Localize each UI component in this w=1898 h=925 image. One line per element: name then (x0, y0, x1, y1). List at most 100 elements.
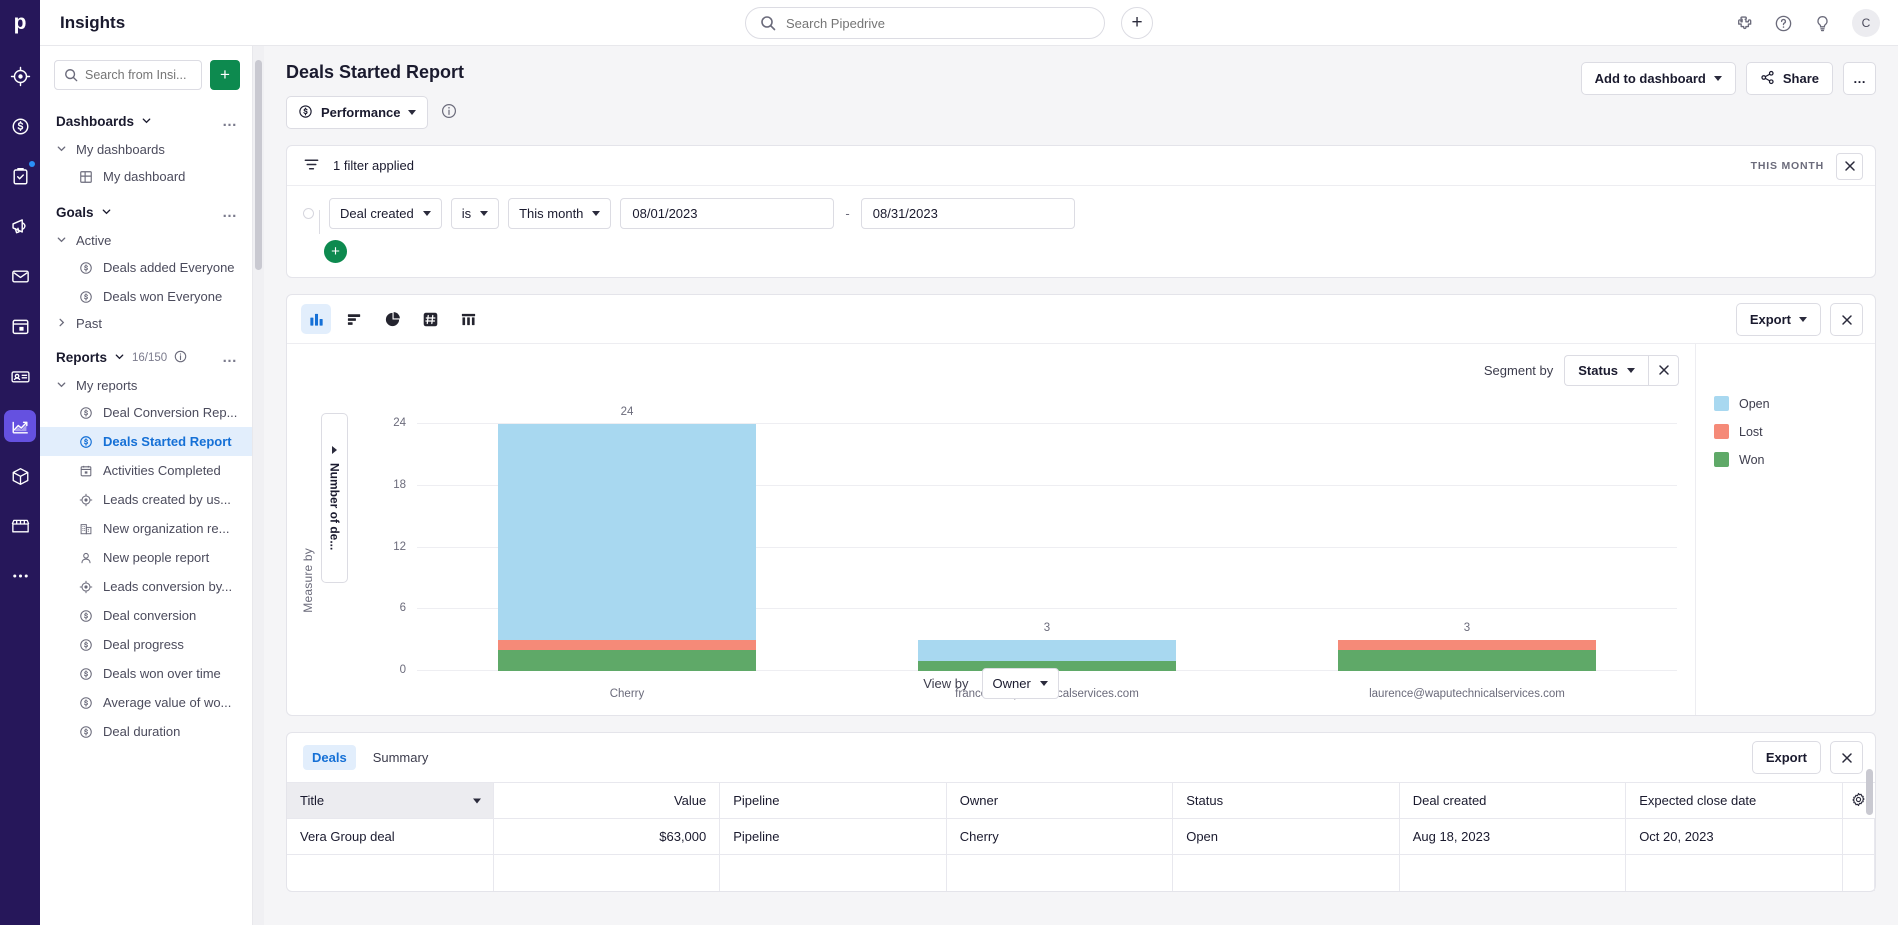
column-header-status[interactable]: Status (1172, 782, 1400, 819)
sidebar-goals-more[interactable]: … (222, 204, 238, 221)
main-scrollbar[interactable] (253, 46, 264, 925)
sidebar-group-my-dashboards[interactable]: My dashboards (40, 137, 252, 162)
help-icon[interactable] (1774, 14, 1793, 33)
rail-item-insights[interactable] (4, 410, 36, 442)
main-scrollbar-thumb[interactable] (255, 60, 262, 270)
rail-item-products[interactable] (4, 460, 36, 492)
filter-period-select[interactable]: This month (508, 198, 612, 229)
rail-item-leads[interactable] (4, 60, 36, 92)
remove-segment-button[interactable] (1648, 354, 1679, 386)
bar-segment-lost[interactable] (497, 640, 757, 651)
sidebar-section-goals[interactable]: Goals … (40, 191, 252, 228)
sidebar-item-deal-progress[interactable]: Deal progress (40, 630, 252, 659)
global-search-input[interactable] (786, 15, 1090, 31)
sidebar-group-my-reports[interactable]: My reports (40, 373, 252, 398)
add-to-dashboard-button[interactable]: Add to dashboard (1580, 62, 1736, 95)
sidebar-add-button[interactable]: + (210, 60, 240, 90)
add-filter-button[interactable]: + (324, 240, 347, 263)
rail-item-campaigns[interactable] (4, 210, 36, 242)
sidebar-item-average-value-of-won[interactable]: Average value of wo... (40, 688, 252, 717)
sidebar-dashboards-more[interactable]: … (222, 113, 238, 130)
chart-body: Segment by Status Measure by Number of d… (287, 344, 1875, 715)
sidebar-item-deals-added-everyone[interactable]: Deals added Everyone (40, 253, 252, 282)
page-title: Insights (60, 12, 126, 32)
sidebar-reports-more[interactable]: … (222, 349, 238, 366)
info-icon[interactable] (174, 350, 187, 366)
view-by-select[interactable]: Owner (981, 668, 1059, 699)
filter-operator-select[interactable]: is (450, 198, 500, 229)
bar-segment-open[interactable] (497, 424, 757, 641)
close-filter-button[interactable] (1836, 152, 1863, 180)
number-icon[interactable] (415, 304, 445, 334)
column-header-expected-close-date[interactable]: Expected close date (1625, 782, 1843, 819)
sidebar-item-my-dashboard[interactable]: My dashboard (40, 162, 252, 191)
tab-summary[interactable]: Summary (364, 745, 438, 770)
rail-item-activities[interactable] (4, 160, 36, 192)
tab-deals[interactable]: Deals (303, 745, 356, 770)
puzzle-icon[interactable] (1735, 14, 1754, 33)
legend-item-won[interactable]: Won (1714, 452, 1875, 467)
table-export-button[interactable]: Export (1751, 741, 1821, 774)
filter-date-to[interactable]: 08/31/2023 (860, 198, 1075, 229)
sidebar-group-active[interactable]: Active (40, 228, 252, 253)
sidebar-search-input[interactable] (85, 68, 192, 82)
sidebar-item-leads-conversion-by[interactable]: Leads conversion by... (40, 572, 252, 601)
sidebar-search[interactable] (54, 60, 202, 90)
column-header-owner[interactable]: Owner (946, 782, 1174, 819)
sidebar-item-new-organization-report[interactable]: New organization re... (40, 514, 252, 543)
rail-item-calendar[interactable] (4, 310, 36, 342)
report-more-button[interactable]: … (1843, 62, 1876, 95)
rail-item-contacts[interactable] (4, 360, 36, 392)
chart-close-button[interactable] (1830, 303, 1863, 336)
sidebar-item-deals-started-report[interactable]: Deals Started Report (40, 427, 252, 456)
horizontal-bar-chart-icon[interactable] (339, 304, 369, 334)
pipedrive-logo-icon[interactable]: p (0, 0, 40, 46)
table-row[interactable]: Vera Group deal $63,000 Pipeline Cherry … (287, 818, 1876, 855)
rail-item-mail[interactable] (4, 260, 36, 292)
sidebar-section-reports[interactable]: Reports 16/150 … (40, 336, 252, 373)
table-row[interactable] (287, 854, 1876, 891)
sidebar-group-past[interactable]: Past (40, 311, 252, 336)
filter-field-select[interactable]: Deal created (329, 198, 442, 229)
measure-by-label: Measure by (301, 548, 315, 613)
info-icon[interactable] (441, 103, 457, 122)
sidebar-item-deals-won-everyone[interactable]: Deals won Everyone (40, 282, 252, 311)
measure-by-select[interactable]: Number of de... (321, 413, 348, 583)
rail-item-marketplace[interactable] (4, 510, 36, 542)
bar-segment-lost[interactable] (1337, 640, 1597, 651)
global-search[interactable] (745, 7, 1105, 39)
sidebar-item-leads-created-by-user[interactable]: Leads created by us... (40, 485, 252, 514)
sidebar-item-deal-duration[interactable]: Deal duration (40, 717, 252, 746)
table-scrollbar-thumb[interactable] (1866, 769, 1873, 815)
bar-group[interactable]: 24 Cherry (497, 406, 757, 700)
column-header-title[interactable]: Title (287, 782, 494, 819)
bar-group[interactable]: 3 laurence@waputechnicalservices.com (1337, 424, 1597, 700)
legend-item-lost[interactable]: Lost (1714, 424, 1875, 439)
legend-item-open[interactable]: Open (1714, 396, 1875, 411)
filter-date-from[interactable]: 08/01/2023 (620, 198, 835, 229)
pie-chart-icon[interactable] (377, 304, 407, 334)
sidebar-item-deals-won-over-time[interactable]: Deals won over time (40, 659, 252, 688)
bar-group[interactable]: 3franco@waputechnicalservices.com (917, 424, 1177, 700)
sidebar-item-deal-conversion-report[interactable]: Deal Conversion Rep... (40, 398, 252, 427)
report-type-selector[interactable]: Performance (286, 96, 429, 129)
avatar[interactable]: C (1852, 9, 1880, 37)
chart-export-button[interactable]: Export (1735, 303, 1821, 336)
sidebar-item-new-people-report[interactable]: New people report (40, 543, 252, 572)
column-header-value[interactable]: Value (493, 782, 721, 819)
share-button[interactable]: Share (1745, 62, 1833, 95)
sidebar-item-activities-completed[interactable]: Activities Completed (40, 456, 252, 485)
bar-segment-open[interactable] (917, 640, 1177, 661)
segment-by-select[interactable]: Status (1564, 354, 1648, 386)
rail-item-deals[interactable] (4, 110, 36, 142)
sidebar-section-dashboards[interactable]: Dashboards … (40, 100, 252, 137)
column-header-deal-created[interactable]: Deal created (1399, 782, 1627, 819)
rail-item-more[interactable] (4, 560, 36, 592)
sidebar-item-deal-conversion[interactable]: Deal conversion (40, 601, 252, 630)
column-header-pipeline[interactable]: Pipeline (719, 782, 947, 819)
table-close-button[interactable] (1830, 741, 1863, 774)
lightbulb-icon[interactable] (1813, 14, 1832, 33)
quick-add-button[interactable]: + (1121, 7, 1153, 39)
bar-chart-icon[interactable] (301, 304, 331, 334)
table-icon[interactable] (453, 304, 483, 334)
